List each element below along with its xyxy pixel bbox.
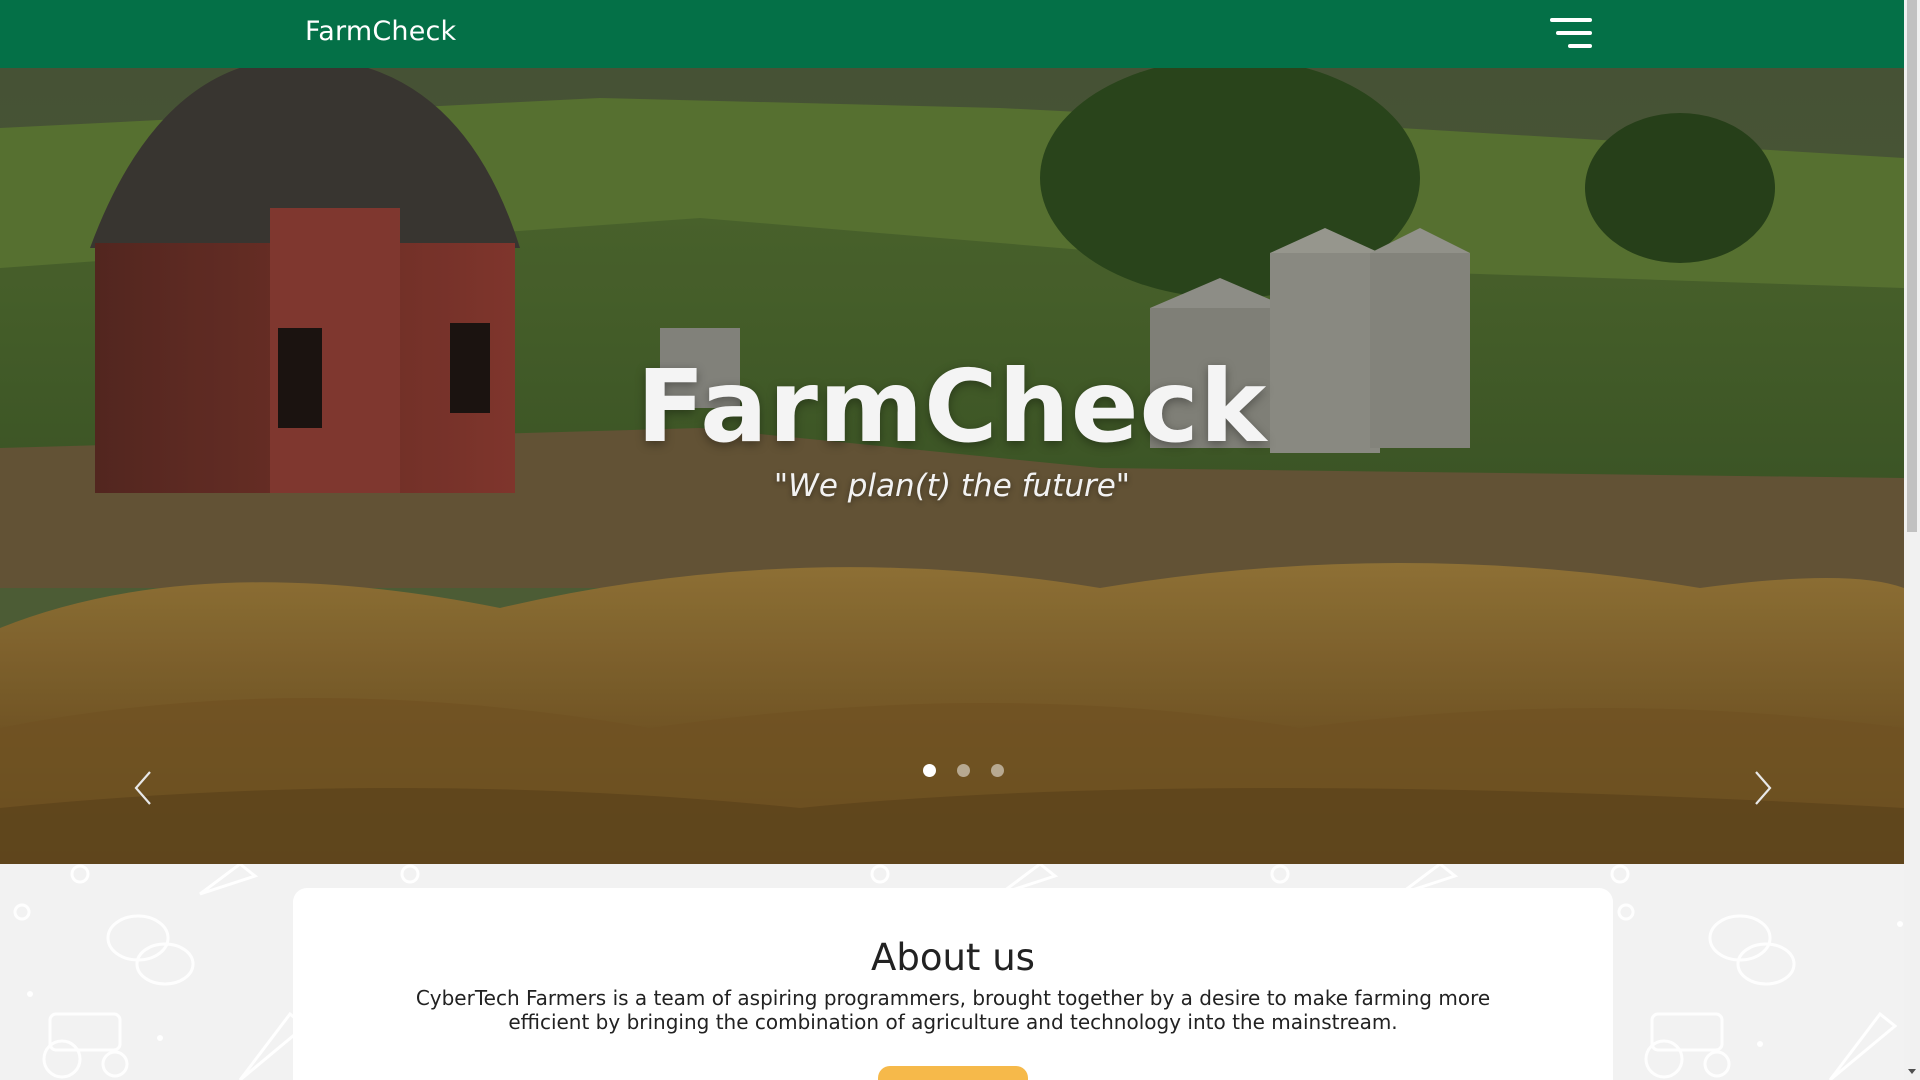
carousel-indicators [915,764,1015,780]
menu-line [1568,44,1592,48]
carrot-icon [1828,1011,1898,1080]
carousel-indicator-2[interactable] [957,764,970,777]
gear-icon [13,903,31,921]
tractor-icon [42,1012,129,1079]
scrollbar-thumb[interactable] [1907,0,1917,532]
carrot-icon [199,864,259,896]
gear-icon [70,864,90,884]
menu-line [1550,18,1592,22]
carousel-indicator-3[interactable] [991,764,1004,777]
gear-icon [1270,864,1290,884]
tractor-icon [1644,1012,1731,1079]
hero-tagline: "We plan(t) the future" [773,468,1131,504]
gear-icon [870,864,890,884]
hamburger-menu-icon[interactable] [1548,16,1592,52]
carousel-prev-button[interactable] [124,758,164,818]
chat-bubbles-icon [106,914,195,986]
page-scrollbar[interactable] [1904,0,1920,1080]
gear-icon [1610,864,1630,884]
gear-icon [1617,903,1635,921]
hero-overlay [0,68,1904,864]
about-title: About us [871,936,1035,979]
gear-icon [400,864,420,884]
about-section: About us CyberTech Farmers is a team of … [293,888,1613,1080]
hero-carousel: FarmCheck "We plan(t) the future" [0,68,1904,864]
scroll-down-arrow-icon[interactable] [1904,1064,1920,1080]
chat-bubbles-icon [1708,914,1796,986]
hero-title: FarmCheck [636,348,1268,465]
chevron-left-icon [134,771,151,805]
chevron-right-icon [1755,771,1772,805]
carousel-next-button[interactable] [1742,758,1782,818]
about-action-button[interactable] [878,1066,1028,1080]
brand-link[interactable]: FarmCheck [305,16,456,47]
top-navbar: FarmCheck [0,0,1904,68]
about-text: CyberTech Farmers is a team of aspiring … [415,986,1491,1034]
carousel-indicator-1[interactable] [923,764,936,777]
menu-line [1556,31,1592,35]
